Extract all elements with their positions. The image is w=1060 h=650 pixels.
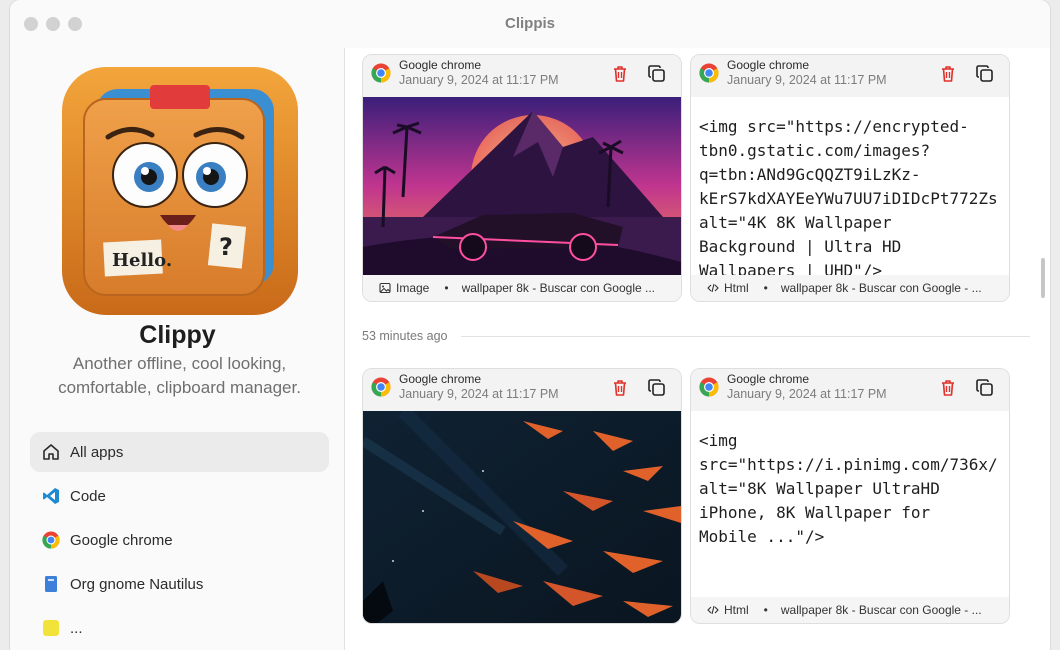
copy-icon[interactable] xyxy=(975,64,995,84)
separator-dot: • xyxy=(763,281,768,295)
window-title: Clippis xyxy=(504,15,555,32)
clip-source-name: Google chrome xyxy=(727,58,810,72)
separator-dot: • xyxy=(763,603,768,617)
copy-icon[interactable] xyxy=(975,378,995,398)
clip-type: Html xyxy=(707,281,749,295)
divider-line xyxy=(461,335,1030,337)
clip-source-name: Google chrome xyxy=(399,372,482,386)
code-icon xyxy=(707,605,719,615)
clip-card-footer: Html • wallpaper 8k - Buscar con Google … xyxy=(691,275,1009,301)
delete-icon[interactable] xyxy=(610,64,630,84)
sidebar-item-label: ... xyxy=(70,619,83,637)
clip-page-title: wallpaper 8k - Buscar con Google ... xyxy=(461,281,655,295)
app-window: Clippis Hello. ? Clippy Another offline,… xyxy=(10,0,1050,650)
chrome-icon xyxy=(699,63,719,83)
clip-card-image[interactable]: Google chrome January 9, 2024 at 11:17 P… xyxy=(362,368,682,624)
clip-card-header: Google chrome January 9, 2024 at 11:17 P… xyxy=(691,369,1009,411)
clip-page-title: wallpaper 8k - Buscar con Google - ... xyxy=(780,281,982,295)
app-name: Clippy xyxy=(139,321,216,349)
chrome-icon xyxy=(42,531,60,549)
clip-timestamp: January 9, 2024 at 11:17 PM xyxy=(727,73,887,87)
clip-card-footer: Html • wallpaper 8k - Buscar con Google … xyxy=(691,597,1009,623)
image-icon xyxy=(379,282,391,294)
delete-icon[interactable] xyxy=(938,378,958,398)
copy-icon[interactable] xyxy=(647,64,667,84)
code-icon xyxy=(707,283,719,293)
clippy-logo-icon: Hello. ? xyxy=(62,67,298,315)
sidebar-item-more[interactable]: ... xyxy=(30,608,329,648)
clip-html-content: <img src="https://i.pinimg.com/736x/ alt… xyxy=(699,431,998,546)
separator-dot: • xyxy=(444,281,449,295)
vscode-icon xyxy=(42,487,60,505)
chrome-icon xyxy=(371,377,391,397)
nautilus-icon xyxy=(42,575,60,593)
clip-page-title: wallpaper 8k - Buscar con Google - ... xyxy=(780,603,982,617)
title-bar: Clippis xyxy=(10,0,1050,48)
clip-html-content: <img src="https://encrypted- tbn0.gstati… xyxy=(699,117,998,275)
clip-timestamp: January 9, 2024 at 11:17 PM xyxy=(727,387,887,401)
clip-source-name: Google chrome xyxy=(727,372,810,386)
sidebar-item-all-apps[interactable]: All apps xyxy=(30,432,329,472)
app-icon xyxy=(42,619,60,637)
clip-card-image[interactable]: Google chrome January 9, 2024 at 11:17 P… xyxy=(362,54,682,302)
clip-card-header: Google chrome January 9, 2024 at 11:17 P… xyxy=(691,55,1009,97)
clip-card-html[interactable]: Google chrome January 9, 2024 at 11:17 P… xyxy=(690,368,1010,624)
sidebar-item-google-chrome[interactable]: Google chrome xyxy=(30,520,329,560)
clip-timestamp: January 9, 2024 at 11:17 PM xyxy=(399,73,559,87)
sidebar-item-code[interactable]: Code xyxy=(30,476,329,516)
chrome-icon xyxy=(371,63,391,83)
clipboard-history: Google chrome January 9, 2024 at 11:17 P… xyxy=(346,48,1050,650)
clip-card-html[interactable]: Google chrome January 9, 2024 at 11:17 P… xyxy=(690,54,1010,302)
home-icon xyxy=(42,443,60,461)
svg-text:Hello.: Hello. xyxy=(112,250,172,271)
svg-text:?: ? xyxy=(219,233,233,261)
time-group-label: 53 minutes ago xyxy=(362,329,448,343)
delete-icon[interactable] xyxy=(938,64,958,84)
sidebar-item-label: Google chrome xyxy=(70,531,173,549)
clip-image-dark-abstract xyxy=(363,411,681,623)
delete-icon[interactable] xyxy=(610,378,630,398)
chrome-icon xyxy=(699,377,719,397)
app-filter-list: All apps Code Google chrome Org gnome Na… xyxy=(30,432,329,650)
sidebar-item-label: All apps xyxy=(70,443,124,461)
sidebar: Hello. ? Clippy Another offline, cool lo… xyxy=(10,48,345,650)
clip-card-footer: Image • wallpaper 8k - Buscar con Google… xyxy=(363,275,681,301)
clip-type: Image xyxy=(379,281,429,295)
sidebar-item-org-gnome-nautilus[interactable]: Org gnome Nautilus xyxy=(30,564,329,604)
app-description: Another offline, cool looking, comfortab… xyxy=(58,354,301,397)
clip-image-synthwave-car xyxy=(363,97,681,275)
sidebar-item-label: Org gnome Nautilus xyxy=(70,575,204,593)
clip-source-name: Google chrome xyxy=(399,58,482,72)
clip-timestamp: January 9, 2024 at 11:17 PM xyxy=(399,387,559,401)
clip-card-header: Google chrome January 9, 2024 at 11:17 P… xyxy=(363,55,681,97)
clip-card-header: Google chrome January 9, 2024 at 11:17 P… xyxy=(363,369,681,411)
time-group-divider: 53 minutes ago xyxy=(362,327,1030,345)
sidebar-item-label: Code xyxy=(70,487,106,505)
clip-type: Html xyxy=(707,603,749,617)
copy-icon[interactable] xyxy=(647,378,667,398)
vertical-scrollbar[interactable] xyxy=(1041,258,1045,298)
